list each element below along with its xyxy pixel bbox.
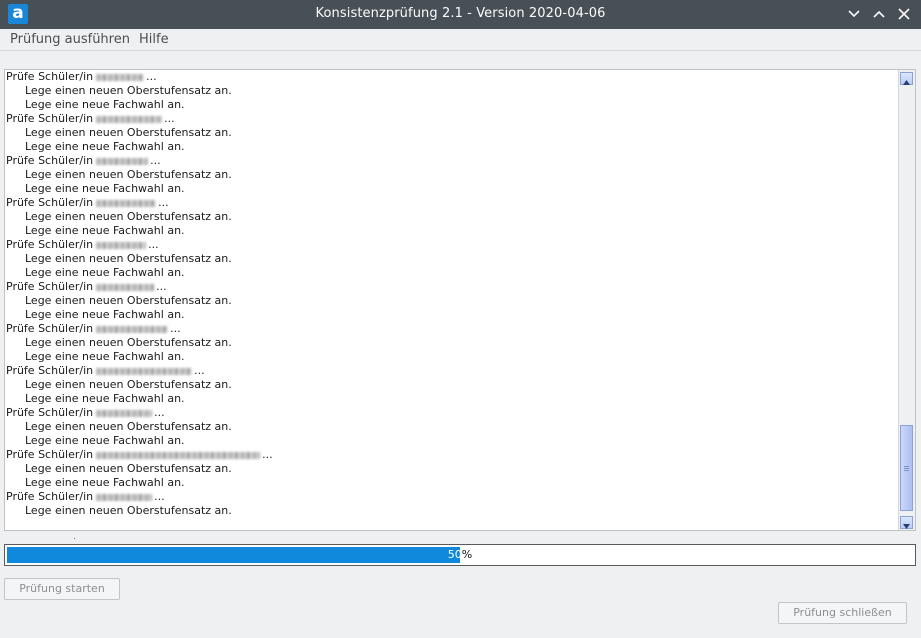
log-line-fachwahl: Lege eine neue Fachwahl an. (25, 434, 185, 447)
log-ellipsis: ... (154, 406, 165, 419)
log-check-prefix: Prüfe Schüler/in (6, 448, 94, 461)
maximize-button[interactable] (871, 6, 887, 22)
log-line-oberstufensatz: Lege einen neuen Oberstufensatz an. (25, 462, 232, 475)
log-ellipsis: ... (194, 364, 205, 377)
scroll-down-button[interactable] (900, 516, 913, 529)
redacted-student-name (96, 199, 157, 207)
log-check-prefix: Prüfe Schüler/in (6, 238, 94, 251)
redacted-student-name (96, 493, 153, 501)
log-line-fachwahl: Lege eine neue Fachwahl an. (25, 350, 185, 363)
redacted-student-name (96, 241, 147, 249)
log-line-fachwahl: Lege eine neue Fachwahl an. (25, 266, 185, 279)
separator-dot (74, 538, 75, 539)
log-output-area[interactable]: Prüfe Schüler/in... Lege einen neuen Ober… (4, 69, 916, 531)
close-check-button[interactable]: Prüfung schließen (778, 602, 907, 624)
minimize-button[interactable] (846, 6, 862, 22)
log-ellipsis: ... (148, 238, 159, 251)
redacted-student-name (96, 325, 169, 333)
log-line-check: Prüfe Schüler/in... (5, 364, 899, 378)
log-check-prefix: Prüfe Schüler/in (6, 322, 94, 335)
menu-hilfe[interactable]: Hilfe (139, 32, 169, 47)
close-window-button[interactable] (896, 6, 912, 22)
progress-unit: % (461, 548, 473, 561)
log-line-oberstufensatz: Lege einen neuen Oberstufensatz an. (25, 210, 232, 223)
log-ellipsis: ... (262, 448, 273, 461)
log-line-oberstufensatz: Lege einen neuen Oberstufensatz an. (25, 252, 232, 265)
log-line-fachwahl: Lege eine neue Fachwahl an. (25, 182, 185, 195)
log-line-check: Prüfe Schüler/in... (5, 322, 899, 336)
redacted-student-name (96, 367, 193, 375)
log-line-oberstufensatz: Lege einen neuen Oberstufensatz an. (25, 378, 232, 391)
log-line-check: Prüfe Schüler/in... (5, 490, 899, 504)
log-line-oberstufensatz: Lege einen neuen Oberstufensatz an. (25, 168, 232, 181)
log-line-oberstufensatz: Lege einen neuen Oberstufensatz an. (25, 420, 232, 433)
log-line-oberstufensatz: Lege einen neuen Oberstufensatz an. (25, 84, 232, 97)
window-title: Konsistenzprüfung 2.1 - Version 2020-04-… (315, 6, 606, 21)
log-check-prefix: Prüfe Schüler/in (6, 112, 94, 125)
log-line-check: Prüfe Schüler/in... (5, 448, 899, 462)
log-check-prefix: Prüfe Schüler/in (6, 280, 94, 293)
log-ellipsis: ... (156, 280, 167, 293)
progress-bar: 50% (4, 544, 916, 566)
scroll-thumb[interactable] (900, 425, 913, 511)
arrow-up-icon (903, 80, 910, 85)
log-line-oberstufensatz: Lege einen neuen Oberstufensatz an. (25, 504, 232, 517)
log-line-fachwahl: Lege eine neue Fachwahl an. (25, 476, 185, 489)
log-line-check: Prüfe Schüler/in... (5, 70, 899, 84)
progress-label: 50% (5, 548, 915, 561)
title-bar: a Konsistenzprüfung 2.1 - Version 2020-0… (0, 0, 921, 29)
log-line-oberstufensatz: Lege einen neuen Oberstufensatz an. (25, 294, 232, 307)
chevron-up-icon (873, 10, 885, 18)
log-ellipsis: ... (154, 490, 165, 503)
redacted-student-name (96, 409, 153, 417)
log-line-fachwahl: Lege eine neue Fachwahl an. (25, 98, 185, 111)
start-check-button[interactable]: Prüfung starten (4, 578, 120, 600)
log-lines: Prüfe Schüler/in... Lege einen neuen Ober… (5, 70, 899, 518)
log-line-check: Prüfe Schüler/in... (5, 280, 899, 294)
menu-pruefung-ausfuehren[interactable]: Prüfung ausführen (10, 32, 130, 47)
log-ellipsis: ... (150, 154, 161, 167)
redacted-student-name (96, 73, 145, 81)
log-line-fachwahl: Lege eine neue Fachwahl an. (25, 392, 185, 405)
menu-bar: Prüfung ausführen Hilfe (0, 29, 921, 51)
log-check-prefix: Prüfe Schüler/in (6, 154, 94, 167)
close-icon (898, 8, 910, 20)
log-check-prefix: Prüfe Schüler/in (6, 406, 94, 419)
log-line-fachwahl: Lege eine neue Fachwahl an. (25, 224, 185, 237)
redacted-student-name (96, 283, 155, 291)
log-check-prefix: Prüfe Schüler/in (6, 490, 94, 503)
log-ellipsis: ... (164, 112, 175, 125)
redacted-student-name (96, 115, 163, 123)
scroll-up-button[interactable] (900, 72, 913, 85)
progress-value: 50 (447, 548, 462, 561)
log-ellipsis: ... (158, 196, 169, 209)
log-check-prefix: Prüfe Schüler/in (6, 196, 94, 209)
log-line-check: Prüfe Schüler/in... (5, 196, 899, 210)
log-line-check: Prüfe Schüler/in... (5, 406, 899, 420)
redacted-student-name (96, 451, 261, 459)
log-line-check: Prüfe Schüler/in... (5, 154, 899, 168)
redacted-student-name (96, 157, 149, 165)
log-ellipsis: ... (170, 322, 181, 335)
log-check-prefix: Prüfe Schüler/in (6, 364, 94, 377)
log-line-check: Prüfe Schüler/in... (5, 112, 899, 126)
log-check-prefix: Prüfe Schüler/in (6, 70, 94, 83)
log-line-fachwahl: Lege eine neue Fachwahl an. (25, 308, 185, 321)
chevron-down-icon (848, 10, 860, 18)
log-line-oberstufensatz: Lege einen neuen Oberstufensatz an. (25, 126, 232, 139)
log-line-check: Prüfe Schüler/in... (5, 238, 899, 252)
arrow-down-icon (903, 524, 910, 529)
log-line-fachwahl: Lege eine neue Fachwahl an. (25, 140, 185, 153)
log-line-oberstufensatz: Lege einen neuen Oberstufensatz an. (25, 336, 232, 349)
log-ellipsis: ... (146, 70, 157, 83)
vertical-scrollbar[interactable] (898, 70, 915, 530)
